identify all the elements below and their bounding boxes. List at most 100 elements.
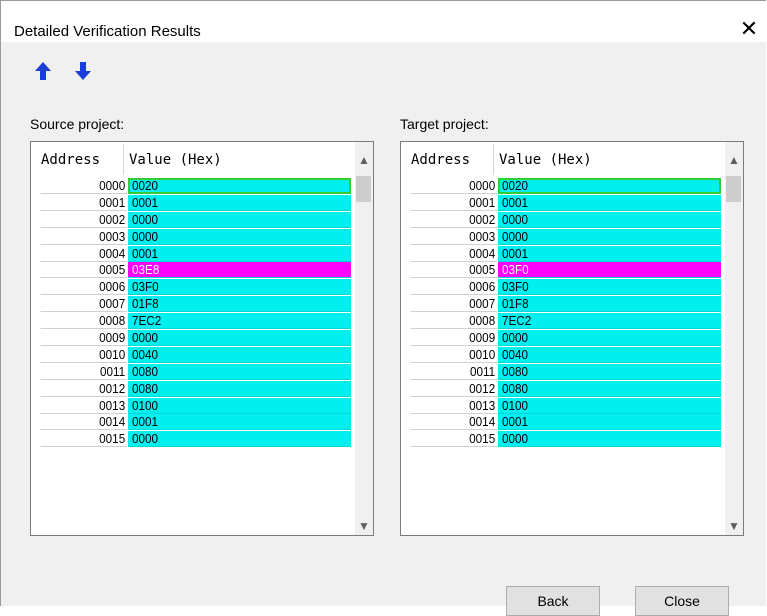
value-cell[interactable]: 03E8 bbox=[128, 262, 351, 279]
address-cell[interactable]: 0004 bbox=[40, 245, 127, 262]
address-cell[interactable]: 0007 bbox=[410, 296, 497, 313]
scroll-thumb[interactable] bbox=[726, 176, 741, 202]
address-cell[interactable]: 0001 bbox=[410, 194, 497, 211]
address-cell[interactable]: 0009 bbox=[410, 330, 497, 347]
address-cell[interactable]: 0013 bbox=[40, 397, 127, 414]
target-grid[interactable]: Address Value (Hex) 0000 0020 0001 0001 0002… bbox=[400, 141, 744, 536]
table-row[interactable]: 0007 01F8 bbox=[31, 296, 359, 313]
close-icon[interactable]: ✕ bbox=[735, 15, 763, 43]
table-row[interactable]: 0004 0001 bbox=[401, 245, 729, 263]
value-cell[interactable]: 0000 bbox=[128, 330, 351, 347]
value-cell[interactable]: 0000 bbox=[128, 211, 351, 228]
value-cell[interactable]: 0000 bbox=[498, 211, 721, 228]
address-cell[interactable]: 0014 bbox=[410, 414, 497, 431]
value-cell[interactable]: 0000 bbox=[498, 330, 721, 347]
value-cell[interactable]: 0100 bbox=[128, 397, 351, 414]
table-row[interactable]: 0010 0040 bbox=[401, 346, 729, 364]
value-cell[interactable]: 0000 bbox=[128, 431, 351, 448]
column-header-address[interactable]: Address bbox=[411, 152, 470, 168]
address-cell[interactable]: 0011 bbox=[410, 363, 497, 380]
table-row[interactable]: 0006 03F0 bbox=[401, 279, 729, 296]
address-cell[interactable]: 0000 bbox=[410, 178, 497, 194]
column-header-address[interactable]: Address bbox=[41, 152, 100, 168]
table-row[interactable]: 0003 0000 bbox=[31, 228, 359, 246]
value-cell[interactable]: 0000 bbox=[498, 431, 721, 448]
value-cell[interactable]: 0080 bbox=[128, 363, 351, 380]
address-cell[interactable]: 0012 bbox=[40, 380, 127, 397]
table-row[interactable]: 0002 0000 bbox=[401, 211, 729, 229]
scroll-up-icon[interactable]: ▲ bbox=[725, 151, 743, 169]
column-divider[interactable] bbox=[123, 144, 124, 175]
value-cell[interactable]: 7EC2 bbox=[498, 313, 721, 330]
address-cell[interactable]: 0005 bbox=[40, 262, 127, 279]
table-row[interactable]: 0011 0080 bbox=[31, 363, 359, 381]
value-cell[interactable]: 03F0 bbox=[128, 279, 351, 296]
value-cell[interactable]: 0020 bbox=[498, 178, 721, 194]
address-cell[interactable]: 0000 bbox=[40, 178, 127, 194]
value-cell[interactable]: 0001 bbox=[498, 414, 721, 431]
address-cell[interactable]: 0015 bbox=[410, 431, 497, 448]
source-grid[interactable]: Address Value (Hex) 0000 0020 0001 0001 0002… bbox=[30, 141, 374, 536]
table-row[interactable]: 0014 0001 bbox=[31, 414, 359, 431]
table-row[interactable]: 0013 0100 bbox=[31, 397, 359, 415]
value-cell[interactable]: 0080 bbox=[498, 363, 721, 380]
table-row[interactable]: 0005 03F0 bbox=[401, 262, 729, 279]
value-cell[interactable]: 0020 bbox=[128, 178, 351, 194]
address-cell[interactable]: 0003 bbox=[410, 228, 497, 245]
value-cell[interactable]: 0080 bbox=[498, 380, 721, 397]
table-row[interactable]: 0008 7EC2 bbox=[401, 313, 729, 330]
scroll-down-icon[interactable]: ▼ bbox=[355, 517, 373, 535]
address-cell[interactable]: 0012 bbox=[410, 380, 497, 397]
value-cell[interactable]: 01F8 bbox=[128, 296, 351, 313]
address-cell[interactable]: 0015 bbox=[40, 431, 127, 448]
address-cell[interactable]: 0006 bbox=[410, 279, 497, 296]
table-row[interactable]: 0004 0001 bbox=[31, 245, 359, 263]
target-scrollbar[interactable]: ▲ ▼ bbox=[725, 142, 743, 535]
table-row[interactable]: 0001 0001 bbox=[31, 194, 359, 212]
table-row[interactable]: 0006 03F0 bbox=[31, 279, 359, 296]
column-divider[interactable] bbox=[493, 144, 494, 175]
address-cell[interactable]: 0001 bbox=[40, 194, 127, 211]
address-cell[interactable]: 0005 bbox=[410, 262, 497, 279]
address-cell[interactable]: 0006 bbox=[40, 279, 127, 296]
address-cell[interactable]: 0010 bbox=[410, 346, 497, 363]
table-row[interactable]: 0010 0040 bbox=[31, 346, 359, 364]
table-row[interactable]: 0012 0080 bbox=[401, 380, 729, 398]
value-cell[interactable]: 0001 bbox=[498, 245, 721, 262]
scroll-up-icon[interactable]: ▲ bbox=[355, 151, 373, 169]
value-cell[interactable]: 0000 bbox=[498, 228, 721, 245]
address-cell[interactable]: 0013 bbox=[410, 397, 497, 414]
table-row[interactable]: 0000 0020 bbox=[401, 178, 729, 195]
address-cell[interactable]: 0007 bbox=[40, 296, 127, 313]
next-difference-button[interactable] bbox=[73, 60, 93, 82]
table-row[interactable]: 0002 0000 bbox=[31, 211, 359, 229]
address-cell[interactable]: 0004 bbox=[410, 245, 497, 262]
column-header-value[interactable]: Value (Hex) bbox=[129, 152, 222, 168]
address-cell[interactable]: 0002 bbox=[40, 211, 127, 228]
address-cell[interactable]: 0003 bbox=[40, 228, 127, 245]
back-button[interactable]: Back bbox=[506, 586, 600, 616]
table-row[interactable]: 0003 0000 bbox=[401, 228, 729, 246]
table-row[interactable]: 0011 0080 bbox=[401, 363, 729, 381]
value-cell[interactable]: 0001 bbox=[128, 194, 351, 211]
address-cell[interactable]: 0002 bbox=[410, 211, 497, 228]
table-row[interactable]: 0001 0001 bbox=[401, 194, 729, 212]
address-cell[interactable]: 0011 bbox=[40, 363, 127, 380]
value-cell[interactable]: 0000 bbox=[128, 228, 351, 245]
table-row[interactable]: 0005 03E8 bbox=[31, 262, 359, 279]
scroll-thumb[interactable] bbox=[356, 176, 371, 202]
address-cell[interactable]: 0008 bbox=[410, 313, 497, 330]
scroll-down-icon[interactable]: ▼ bbox=[725, 517, 743, 535]
table-row[interactable]: 0007 01F8 bbox=[401, 296, 729, 313]
close-button[interactable]: Close bbox=[635, 586, 729, 616]
address-cell[interactable]: 0009 bbox=[40, 330, 127, 347]
column-header-value[interactable]: Value (Hex) bbox=[499, 152, 592, 168]
table-row[interactable]: 0000 0020 bbox=[31, 178, 359, 195]
value-cell[interactable]: 0001 bbox=[498, 194, 721, 211]
table-row[interactable]: 0009 0000 bbox=[31, 330, 359, 347]
table-row[interactable]: 0015 0000 bbox=[31, 431, 359, 448]
address-cell[interactable]: 0014 bbox=[40, 414, 127, 431]
source-scrollbar[interactable]: ▲ ▼ bbox=[355, 142, 373, 535]
previous-difference-button[interactable] bbox=[33, 60, 53, 82]
table-row[interactable]: 0009 0000 bbox=[401, 330, 729, 347]
